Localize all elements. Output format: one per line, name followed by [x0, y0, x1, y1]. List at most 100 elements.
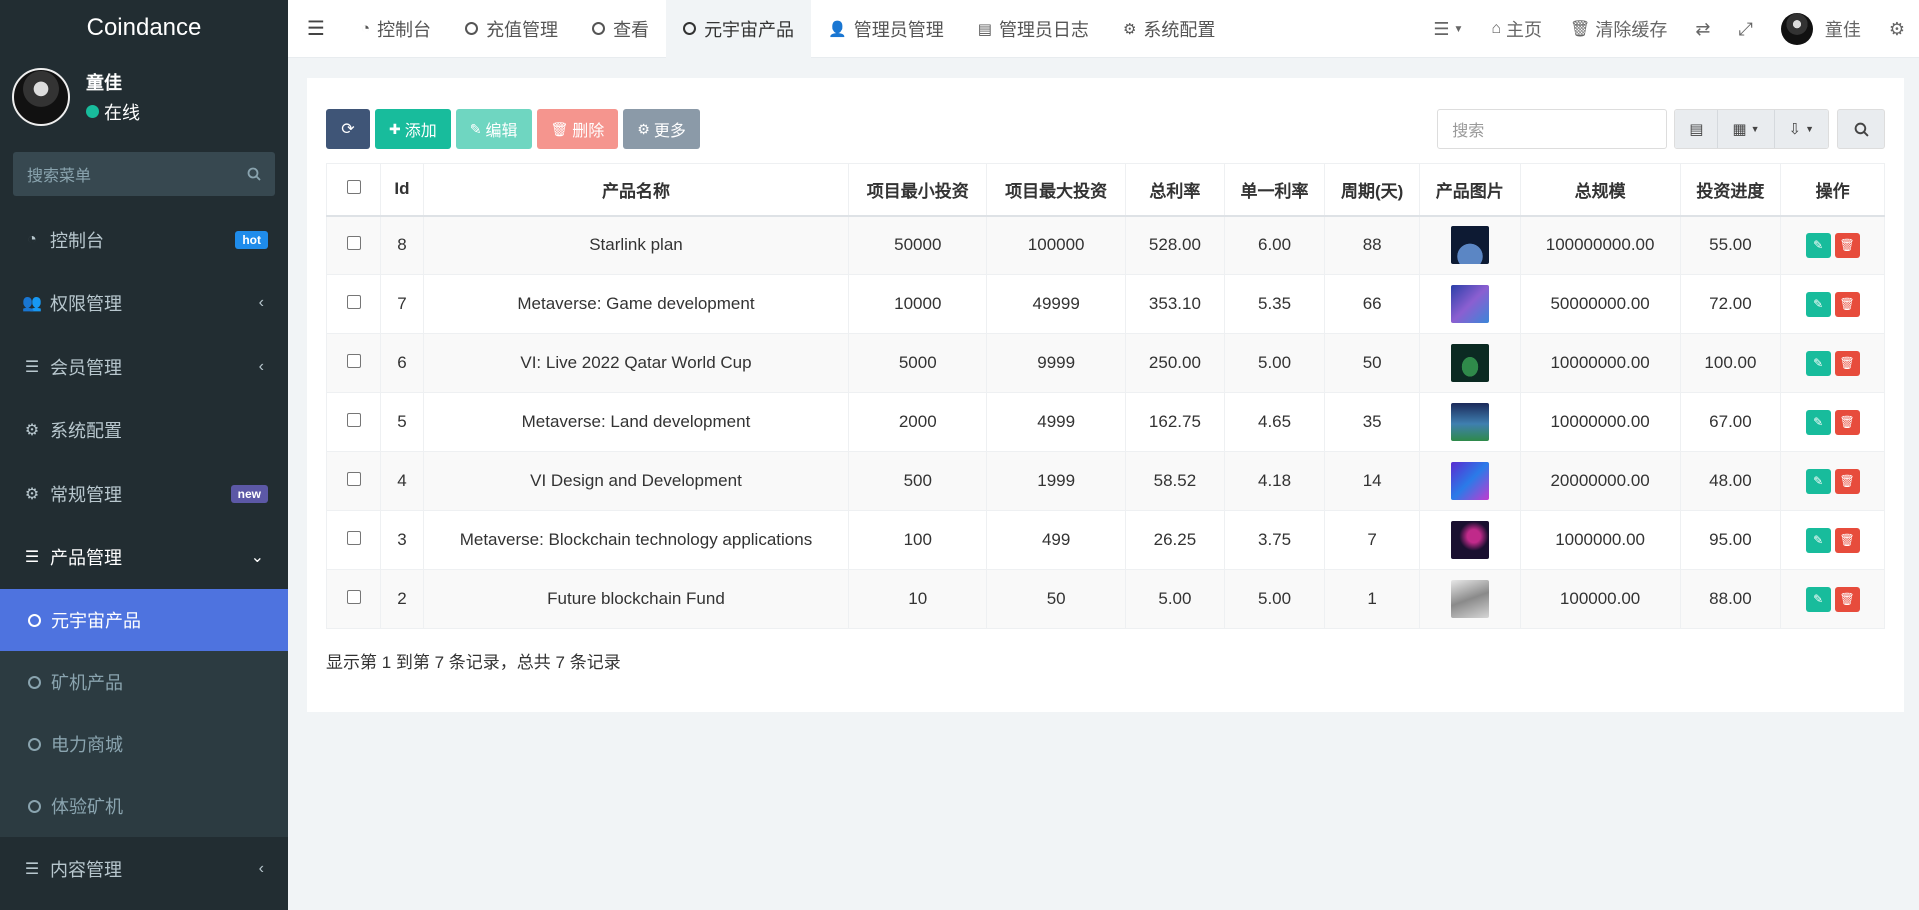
row-delete-button[interactable]: 🗑	[1834, 468, 1860, 494]
export-button[interactable]: ⇩ ▼	[1773, 110, 1828, 148]
menu-search-input[interactable]: 搜索菜单	[13, 152, 275, 196]
select-all-checkbox[interactable]	[346, 180, 361, 195]
product-thumbnail[interactable]	[1450, 344, 1489, 382]
refresh-button[interactable]: ⟳	[326, 109, 370, 149]
cell-rate: 4.18	[1223, 451, 1326, 511]
brand-logo[interactable]: Coindance	[0, 0, 288, 55]
row-select-cell	[325, 510, 382, 570]
sidebar-item-miner-products[interactable]: 矿机产品	[0, 651, 288, 713]
tab-view[interactable]: 查看	[575, 0, 666, 58]
column-header[interactable]: 周期(天)	[1324, 163, 1420, 217]
column-header[interactable]: 产品图片	[1418, 163, 1521, 217]
row-delete-button[interactable]: 🗑	[1834, 409, 1860, 435]
row-edit-button[interactable]: ✎	[1805, 527, 1831, 553]
home-link[interactable]: ⌂ 主页	[1477, 0, 1556, 58]
sidebar-item-dashboard[interactable]: ◔ 控制台 hot	[0, 208, 288, 272]
more-button[interactable]: ⚙ 更多	[623, 109, 700, 149]
product-thumbnail[interactable]	[1450, 521, 1489, 559]
clear-cache-button[interactable]: 🗑 清除缓存	[1556, 0, 1681, 58]
fullscreen-button[interactable]: ⤢	[1724, 0, 1766, 58]
tab-admin-log[interactable]: ▤ 管理员日志	[961, 0, 1106, 58]
column-header[interactable]: 项目最小投资	[848, 163, 988, 217]
tab-recharge[interactable]: 充值管理	[448, 0, 575, 58]
product-thumbnail[interactable]	[1450, 226, 1489, 265]
tab-system-config[interactable]: ⚙ 系统配置	[1106, 0, 1232, 58]
search-icon[interactable]	[247, 167, 261, 181]
circle-icon	[465, 22, 479, 35]
chevron-left-icon: ‹	[258, 357, 264, 375]
column-header[interactable]: 总利率	[1125, 163, 1225, 217]
row-checkbox[interactable]	[346, 295, 361, 309]
sidebar-item-trial-miner[interactable]: 体验矿机	[0, 775, 288, 837]
trash-icon: 🗑	[1839, 592, 1855, 606]
cell-actions: ✎ 🗑	[1780, 392, 1885, 452]
tab-dashboard[interactable]: ◔ 控制台	[344, 0, 448, 58]
row-delete-button[interactable]: 🗑	[1834, 527, 1860, 553]
sidebar-item-system-config[interactable]: ⚙ 系统配置	[0, 399, 288, 463]
row-checkbox[interactable]	[346, 590, 361, 604]
cell-id: 3	[380, 510, 424, 570]
product-thumbnail[interactable]	[1450, 285, 1489, 323]
product-thumbnail[interactable]	[1450, 462, 1489, 500]
trash-icon: 🗑	[1839, 297, 1855, 311]
column-header[interactable]: 项目最大投资	[986, 163, 1127, 217]
tabs-dropdown-button[interactable]: ☰ ▼	[1419, 0, 1477, 58]
product-thumbnail[interactable]	[1450, 403, 1489, 441]
user-menu[interactable]: 童佳	[1767, 0, 1875, 58]
row-delete-button[interactable]: 🗑	[1834, 586, 1860, 612]
settings-button[interactable]: ⚙	[1875, 0, 1919, 58]
sidebar-item-products[interactable]: ☰ 产品管理 ⌄	[0, 526, 288, 590]
row-checkbox[interactable]	[346, 413, 361, 427]
row-edit-button[interactable]: ✎	[1805, 350, 1831, 376]
row-edit-button[interactable]: ✎	[1805, 468, 1831, 494]
table-row[interactable]: 4 VI Design and Development 500 1999 58.…	[325, 451, 1885, 511]
sidebar-item-power-mall[interactable]: 电力商城	[0, 713, 288, 775]
table-search-input[interactable]: 搜索	[1437, 109, 1668, 149]
sidebar-item-permissions[interactable]: 👥 权限管理 ‹	[0, 272, 288, 336]
row-edit-button[interactable]: ✎	[1805, 291, 1831, 317]
table-row[interactable]: 2 Future blockchain Fund 10 50 5.00 5.00…	[325, 569, 1885, 629]
row-delete-button[interactable]: 🗑	[1834, 232, 1860, 258]
row-checkbox[interactable]	[346, 531, 361, 545]
row-edit-button[interactable]: ✎	[1805, 586, 1831, 612]
table-row[interactable]: 8 Starlink plan 50000 100000 528.00 6.00…	[325, 215, 1885, 275]
sidebar-item-members[interactable]: ☰ 会员管理 ‹	[0, 335, 288, 399]
table-row[interactable]: 5 Metaverse: Land development 2000 4999 …	[325, 392, 1885, 452]
row-edit-button[interactable]: ✎	[1805, 232, 1831, 258]
column-header[interactable]: 单一利率	[1223, 163, 1326, 217]
column-header[interactable]: 投资进度	[1679, 163, 1782, 217]
row-delete-button[interactable]: 🗑	[1834, 350, 1860, 376]
tab-admin-management[interactable]: 👤 管理员管理	[811, 0, 961, 58]
row-checkbox[interactable]	[346, 236, 361, 251]
view-button-group: ▤ ▦ ▼ ⇩ ▼	[1674, 109, 1829, 149]
column-header[interactable]: 产品名称	[422, 163, 850, 217]
table-body: 8 Starlink plan 50000 100000 528.00 6.00…	[325, 215, 1885, 629]
sidebar-item-general[interactable]: ⚙ 常规管理 new	[0, 462, 288, 526]
cell-image	[1418, 333, 1521, 393]
edit-button[interactable]: ✎ 编辑	[455, 109, 532, 149]
sidebar-item-content[interactable]: ☰ 内容管理 ‹	[0, 837, 288, 901]
delete-button[interactable]: 🗑 删除	[536, 109, 619, 149]
add-button[interactable]: ✚ 添加	[375, 109, 451, 149]
toggle-view-button[interactable]: ▤	[1675, 110, 1718, 148]
dashboard-icon: ◔	[361, 20, 371, 37]
sidebar-item-metaverse-products[interactable]: 元宇宙产品	[0, 589, 288, 651]
column-header[interactable]: 总规模	[1519, 163, 1681, 217]
columns-button[interactable]: ▦ ▼	[1717, 110, 1774, 148]
tab-metaverse-products[interactable]: 元宇宙产品	[666, 0, 812, 58]
sidebar-toggle-button[interactable]: ☰	[288, 0, 344, 58]
column-header[interactable]: Id	[380, 163, 424, 217]
cell-name: VI: Live 2022 Qatar World Cup	[422, 333, 850, 393]
search-placeholder: 搜索	[1452, 123, 1485, 140]
table-row[interactable]: 7 Metaverse: Game development 10000 4999…	[325, 274, 1885, 334]
product-thumbnail[interactable]	[1450, 580, 1489, 618]
row-checkbox[interactable]	[346, 472, 361, 486]
row-checkbox[interactable]	[346, 354, 361, 368]
table-row[interactable]: 6 VI: Live 2022 Qatar World Cup 5000 999…	[325, 333, 1885, 393]
row-edit-button[interactable]: ✎	[1805, 409, 1831, 435]
table-row[interactable]: 3 Metaverse: Blockchain technology appli…	[325, 510, 1885, 570]
row-delete-button[interactable]: 🗑	[1834, 291, 1860, 317]
language-button[interactable]: ⇄	[1681, 0, 1724, 58]
advanced-search-button[interactable]	[1837, 109, 1885, 149]
sidebar-menu: ◔ 控制台 hot 👥 权限管理 ‹ ☰ 会员管理 ‹ ⚙ 系统配置 ⚙ 常规管…	[0, 208, 288, 901]
